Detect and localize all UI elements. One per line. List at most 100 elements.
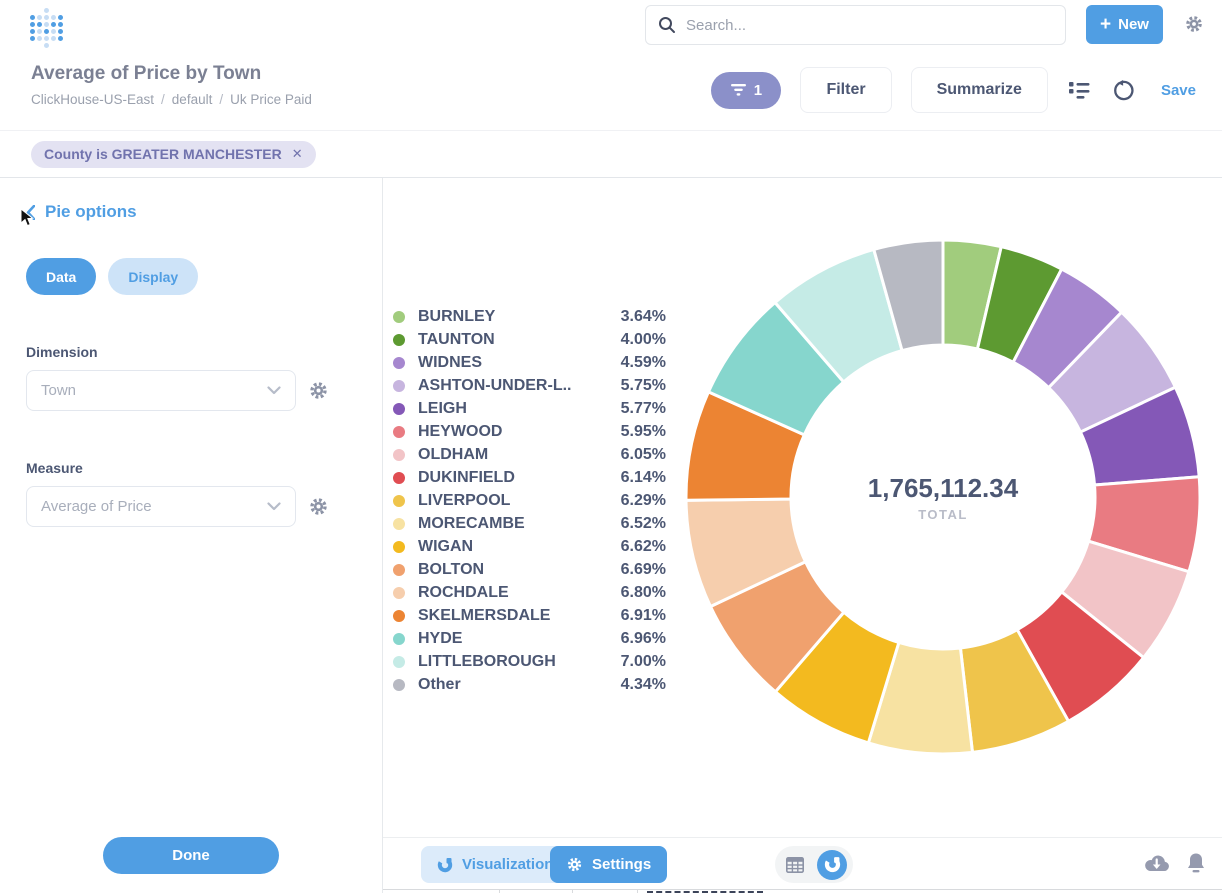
visualization-panel: BURNLEY 3.64% TAUNTON 4.00% WIDNES 4.59%… (383, 178, 1222, 893)
legend-item[interactable]: MORECAMBE 6.52% (393, 512, 666, 535)
filter-button[interactable]: Filter (800, 67, 891, 113)
legend-item[interactable]: OLDHAM 6.05% (393, 443, 666, 466)
save-button[interactable]: Save (1161, 82, 1196, 99)
table-pie-toggle (775, 846, 853, 883)
legend-item[interactable]: LIVERPOOL 6.29% (393, 489, 666, 512)
legend-color-dot (393, 541, 405, 553)
legend-color-dot (393, 403, 405, 415)
legend-percent: 6.52% (621, 515, 666, 533)
breadcrumb-schema[interactable]: default (172, 92, 213, 107)
new-button-label: New (1118, 16, 1149, 33)
legend-label: ASHTON-UNDER-L.. (418, 377, 621, 395)
measure-value: Average of Price (41, 498, 267, 515)
legend-label: WIDNES (418, 354, 621, 372)
admin-gear-icon[interactable] (1184, 14, 1204, 39)
legend-percent: 6.69% (621, 561, 666, 579)
legend-label: LEIGH (418, 400, 621, 418)
visualization-button[interactable]: Visualization (421, 846, 569, 883)
legend-color-dot (393, 679, 405, 691)
legend-color-dot (393, 472, 405, 484)
settings-label: Settings (592, 856, 651, 873)
question-header: Average of Price by Town ClickHouse-US-E… (0, 50, 1222, 130)
dimension-settings-gear-icon[interactable] (308, 380, 329, 401)
legend-percent: 4.34% (621, 676, 666, 694)
top-nav: + New (0, 0, 1222, 50)
notebook-editor-button[interactable] (1067, 78, 1092, 102)
breadcrumb-table[interactable]: Uk Price Paid (230, 92, 312, 107)
legend-percent: 5.75% (621, 377, 666, 395)
remove-filter-icon[interactable]: ✕ (292, 146, 303, 162)
filter-count-pill[interactable]: 1 (711, 72, 781, 109)
refresh-button[interactable] (1111, 78, 1136, 103)
legend-label: LIVERPOOL (418, 492, 621, 510)
new-button[interactable]: + New (1086, 5, 1163, 44)
filter-chip[interactable]: County is GREATER MANCHESTER ✕ (31, 141, 316, 168)
metabase-logo-icon[interactable] (30, 8, 65, 50)
measure-settings-gear-icon[interactable] (308, 496, 329, 517)
measure-label: Measure (26, 460, 356, 476)
legend-item[interactable]: WIGAN 6.62% (393, 535, 666, 558)
notebook-icon (1069, 80, 1090, 100)
legend-item[interactable]: LITTLEBOROUGH 7.00% (393, 650, 666, 673)
bell-icon (1186, 852, 1206, 873)
legend-label: LITTLEBOROUGH (418, 653, 621, 671)
breadcrumb-database[interactable]: ClickHouse-US-East (31, 92, 154, 107)
legend-color-dot (393, 426, 405, 438)
table-top-sliver (383, 889, 1222, 893)
cloud-download-icon (1144, 853, 1169, 872)
legend-item[interactable]: HYDE 6.96% (393, 627, 666, 650)
legend-percent: 6.96% (621, 630, 666, 648)
legend-item[interactable]: DUKINFIELD 6.14% (393, 466, 666, 489)
legend-percent: 4.00% (621, 331, 666, 349)
dimension-label: Dimension (26, 344, 356, 360)
metabase-app: + New Average of Price by Town ClickHous… (0, 0, 1222, 893)
chevron-down-icon (267, 502, 281, 511)
legend-color-dot (393, 564, 405, 576)
search-input[interactable] (686, 17, 1053, 34)
legend-color-dot (393, 380, 405, 392)
notifications-button[interactable] (1186, 852, 1206, 873)
legend-item[interactable]: ROCHDALE 6.80% (393, 581, 666, 604)
legend-item[interactable]: HEYWOOD 5.95% (393, 420, 666, 443)
question-title[interactable]: Average of Price by Town (31, 63, 261, 85)
legend-color-dot (393, 357, 405, 369)
legend-percent: 6.05% (621, 446, 666, 464)
legend-color-dot (393, 449, 405, 461)
legend-item[interactable]: ASHTON-UNDER-L.. 5.75% (393, 374, 666, 397)
legend-color-dot (393, 610, 405, 622)
table-view-button[interactable] (781, 851, 809, 879)
pie-view-button[interactable] (817, 850, 847, 880)
done-button[interactable]: Done (103, 837, 279, 874)
legend-item[interactable]: BURNLEY 3.64% (393, 305, 666, 328)
breadcrumb: ClickHouse-US-East/default/Uk Price Paid (31, 92, 312, 107)
legend-color-dot (393, 656, 405, 668)
filter-count: 1 (754, 82, 762, 99)
pie-chart-icon (437, 857, 453, 873)
legend-percent: 6.91% (621, 607, 666, 625)
donut-chart: 1,765,112.34 TOTAL (683, 237, 1203, 757)
mouse-cursor (20, 208, 37, 227)
legend-item[interactable]: TAUNTON 4.00% (393, 328, 666, 351)
legend-label: MORECAMBE (418, 515, 621, 533)
legend-item[interactable]: Other 4.34% (393, 673, 666, 696)
download-button[interactable] (1144, 853, 1169, 872)
legend-percent: 5.77% (621, 400, 666, 418)
legend-percent: 3.64% (621, 308, 666, 326)
settings-button[interactable]: Settings (550, 846, 667, 883)
legend-item[interactable]: BOLTON 6.69% (393, 558, 666, 581)
gear-icon (566, 856, 583, 873)
dimension-select[interactable]: Town (26, 370, 296, 411)
legend-label: ROCHDALE (418, 584, 621, 602)
summarize-button[interactable]: Summarize (911, 67, 1048, 113)
legend-color-dot (393, 587, 405, 599)
legend-percent: 5.95% (621, 423, 666, 441)
measure-select[interactable]: Average of Price (26, 486, 296, 527)
legend-color-dot (393, 334, 405, 346)
search-bar[interactable] (645, 5, 1066, 45)
legend-item[interactable]: SKELMERSDALE 6.91% (393, 604, 666, 627)
legend-percent: 6.80% (621, 584, 666, 602)
tab-display[interactable]: Display (108, 258, 198, 295)
tab-data[interactable]: Data (26, 258, 96, 295)
legend-item[interactable]: WIDNES 4.59% (393, 351, 666, 374)
legend-item[interactable]: LEIGH 5.77% (393, 397, 666, 420)
